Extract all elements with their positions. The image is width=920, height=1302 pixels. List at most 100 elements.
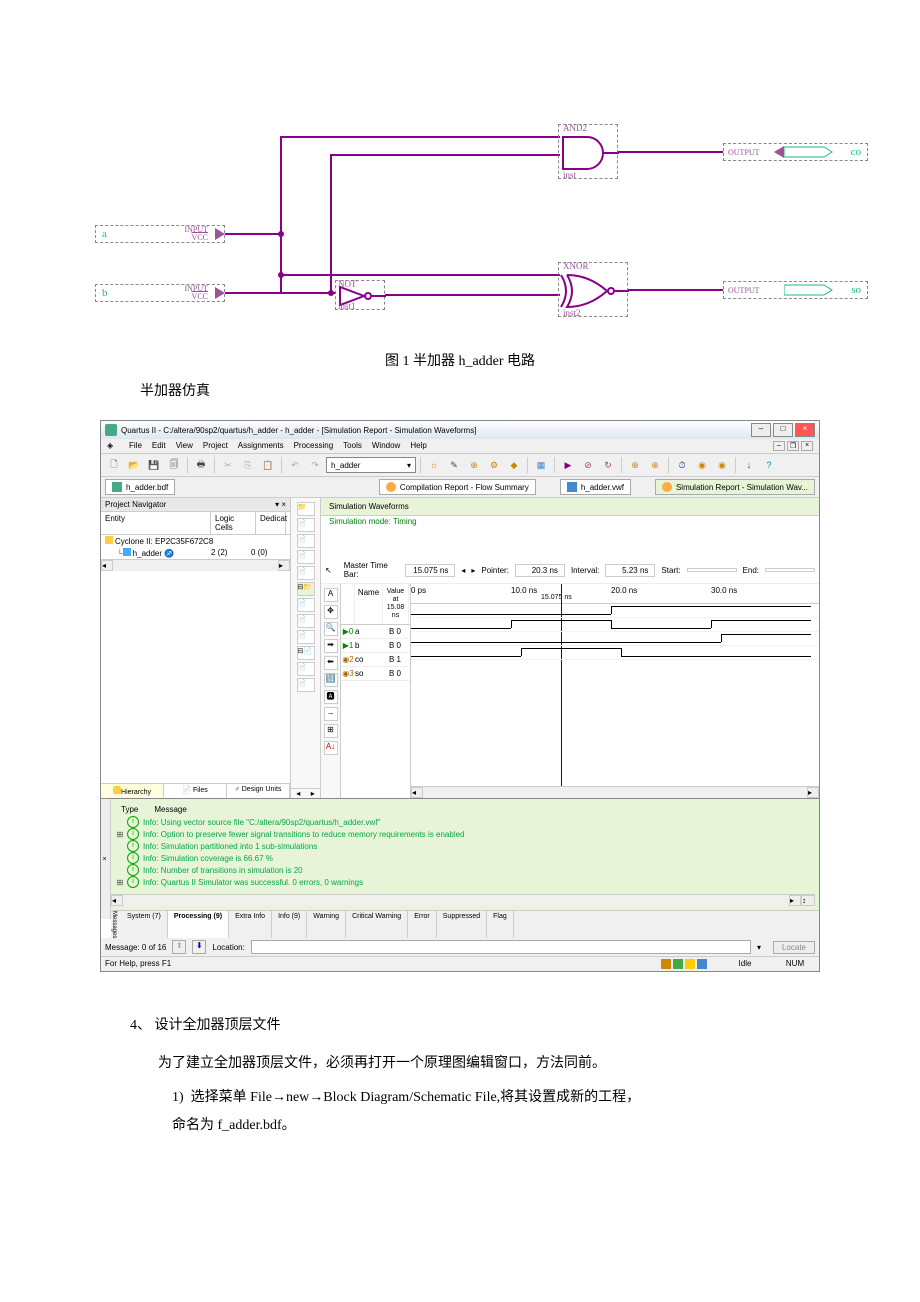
- doc-minimize-button[interactable]: –: [773, 441, 785, 451]
- menu-assignments[interactable]: Assignments: [238, 441, 284, 451]
- tab-bdf[interactable]: h_adder.bdf: [105, 479, 175, 495]
- msg-scrollbar[interactable]: ◂▸↕: [111, 894, 815, 906]
- menu-tools[interactable]: Tools: [343, 441, 362, 451]
- tree-icon[interactable]: 📄: [297, 598, 315, 612]
- nav-tab-units[interactable]: ♂ Design Units: [227, 784, 290, 798]
- download-icon[interactable]: ↓: [740, 456, 758, 474]
- nav-col-entity[interactable]: Entity: [101, 512, 211, 534]
- maximize-button[interactable]: □: [773, 423, 793, 437]
- timing-icon[interactable]: ⏱: [673, 456, 691, 474]
- saveall-button[interactable]: 🗐: [165, 456, 183, 474]
- cursor-icon[interactable]: ↖: [325, 566, 338, 575]
- signal-row-a[interactable]: ▶0aB 0: [341, 625, 410, 639]
- signal-row-so[interactable]: ◉3soB 0: [341, 667, 410, 681]
- nav-pin-icon[interactable]: ▾ ×: [275, 500, 286, 509]
- wave-tool-bus[interactable]: 🔢: [324, 673, 338, 687]
- report-icon[interactable]: ⊕: [626, 456, 644, 474]
- tree-icon[interactable]: ⊟📄: [297, 646, 315, 660]
- nav-row-entity[interactable]: └h_adder ♐ 2 (2) 0 (0): [101, 547, 290, 559]
- tree-icon[interactable]: ⊟📁: [297, 582, 315, 596]
- message-row[interactable]: iInfo: Number of transitions in simulati…: [111, 864, 815, 876]
- wave-tool-out[interactable]: ⬅: [324, 656, 338, 670]
- start-value[interactable]: [687, 568, 737, 572]
- msg-tab-critical[interactable]: Critical Warning: [346, 911, 408, 938]
- close-button[interactable]: ×: [795, 423, 815, 437]
- nav-right-icon[interactable]: ▸: [471, 566, 475, 575]
- location-combo[interactable]: [251, 940, 751, 954]
- msg-tab-extra[interactable]: Extra Info: [229, 911, 272, 938]
- tree-icon[interactable]: 📄: [297, 630, 315, 644]
- nav-left-icon[interactable]: ◂: [461, 566, 465, 575]
- menu-project[interactable]: Project: [203, 441, 228, 451]
- paste-button[interactable]: 📋: [259, 456, 277, 474]
- signal-row-co[interactable]: ◉2coB 1: [341, 653, 410, 667]
- print-button[interactable]: 🖶: [192, 456, 210, 474]
- msg-tab-info[interactable]: Info (9): [272, 911, 307, 938]
- tree-icon[interactable]: 📄: [297, 614, 315, 628]
- menu-file[interactable]: File: [129, 441, 142, 451]
- pen-icon[interactable]: ✎: [445, 456, 463, 474]
- msg-tab-suppressed[interactable]: Suppressed: [437, 911, 487, 938]
- menu-edit[interactable]: Edit: [152, 441, 166, 451]
- end-value[interactable]: [765, 568, 815, 572]
- cut-button[interactable]: ✂: [219, 456, 237, 474]
- menu-window[interactable]: Window: [372, 441, 400, 451]
- msg-prev-button[interactable]: ⬆: [172, 940, 186, 954]
- wave-tool-arrow[interactable]: →: [324, 707, 338, 721]
- msg-tab-flag[interactable]: Flag: [487, 911, 514, 938]
- msg-tab-processing[interactable]: Processing (9): [168, 911, 229, 938]
- doc-restore-button[interactable]: ❐: [787, 441, 799, 451]
- wave-scrollbar[interactable]: ◂▸: [411, 786, 819, 798]
- menu-processing[interactable]: Processing: [294, 441, 334, 451]
- waveform-plot[interactable]: 0 ps 10.0 ns 20.0 ns 30.0 ns 15.075 ns: [411, 584, 819, 798]
- analyze-icon[interactable]: ◉: [693, 456, 711, 474]
- menu-view[interactable]: View: [176, 441, 193, 451]
- msg-tab-warning[interactable]: Warning: [307, 911, 346, 938]
- msg-col-message[interactable]: Message: [146, 805, 194, 814]
- nav-col-cells[interactable]: Logic Cells: [211, 512, 256, 534]
- tab-compilation[interactable]: Compilation Report - Flow Summary: [379, 479, 536, 495]
- nav-col-dedic[interactable]: Dedicat: [256, 512, 286, 534]
- globe-icon[interactable]: ⊕: [465, 456, 483, 474]
- minimize-button[interactable]: –: [751, 423, 771, 437]
- stop-icon[interactable]: ⊘: [579, 456, 597, 474]
- save-button[interactable]: 💾: [145, 456, 163, 474]
- menu-help[interactable]: Help: [410, 441, 426, 451]
- tree-icon[interactable]: 📁: [297, 502, 315, 516]
- tree-icon[interactable]: 📄: [297, 678, 315, 692]
- message-row[interactable]: iInfo: Simulation partitioned into 1 sub…: [111, 840, 815, 852]
- undo-button[interactable]: ↶: [286, 456, 304, 474]
- report2-icon[interactable]: ⊕: [646, 456, 664, 474]
- wave-tool-zoom[interactable]: ✥: [324, 605, 338, 619]
- tree-icon[interactable]: 📄: [297, 518, 315, 532]
- settings-icon[interactable]: ☼: [425, 456, 443, 474]
- tool-icon[interactable]: ◆: [505, 456, 523, 474]
- project-combo[interactable]: h_adder▾: [326, 457, 416, 473]
- sim-icon[interactable]: ↻: [599, 456, 617, 474]
- master-time-value[interactable]: 15.075 ns: [405, 564, 455, 577]
- tree-icon[interactable]: 📄: [297, 550, 315, 564]
- message-row[interactable]: ⊞iInfo: Quartus II Simulator was success…: [111, 876, 815, 888]
- wave-tool-group[interactable]: ⊞: [324, 724, 338, 738]
- msg-col-type[interactable]: Type: [113, 805, 146, 814]
- nav-tab-hierarchy[interactable]: Hierarchy: [101, 784, 164, 798]
- wave-tool-find[interactable]: 🔍: [324, 622, 338, 636]
- locate-button[interactable]: Locate: [773, 941, 815, 954]
- tree-icon[interactable]: 📄: [297, 534, 315, 548]
- nav-scrollbar[interactable]: ◂▸: [101, 559, 290, 571]
- analyze2-icon[interactable]: ◉: [713, 456, 731, 474]
- value-col-header[interactable]: Value at 15.08 ns: [383, 584, 409, 624]
- message-row[interactable]: iInfo: Using vector source file "C:/alte…: [111, 816, 815, 828]
- new-button[interactable]: 🗋: [105, 456, 123, 474]
- nav-tab-files[interactable]: 📄 Files: [164, 784, 227, 798]
- gear-icon[interactable]: ⚙: [485, 456, 503, 474]
- open-button[interactable]: 📂: [125, 456, 143, 474]
- msg-tab-error[interactable]: Error: [408, 911, 437, 938]
- message-row[interactable]: ⊞iInfo: Option to preserve fewer signal …: [111, 828, 815, 840]
- tab-simulation[interactable]: Simulation Report - Simulation Wav...: [655, 479, 815, 495]
- help-icon[interactable]: ?: [760, 456, 778, 474]
- nav-row-device[interactable]: Cyclone II: EP2C35F672C8: [101, 535, 290, 547]
- signal-row-b[interactable]: ▶1bB 0: [341, 639, 410, 653]
- wave-tool-in[interactable]: ➡: [324, 639, 338, 653]
- redo-button[interactable]: ↷: [306, 456, 324, 474]
